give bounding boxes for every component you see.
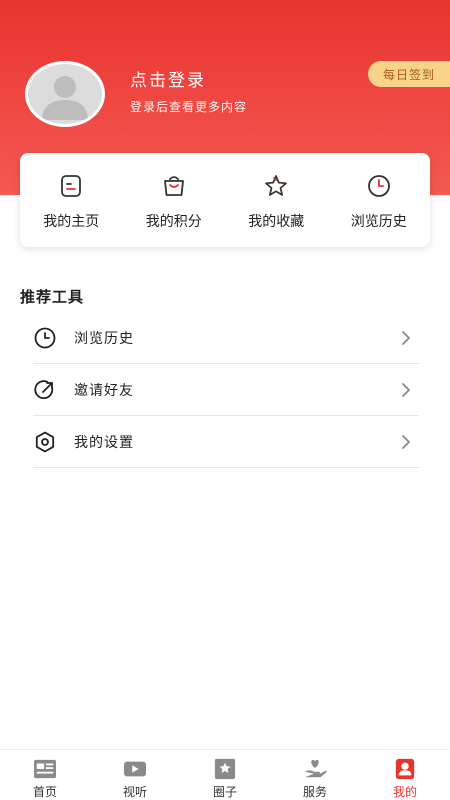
tool-item-history[interactable]: 浏览历史 [33, 312, 419, 364]
homepage-icon [61, 175, 82, 197]
circle-icon [214, 758, 236, 780]
quick-item-label: 我的积分 [145, 214, 202, 230]
tab-label: 视听 [122, 785, 147, 799]
clock-icon [367, 175, 390, 197]
quick-item-history[interactable]: 浏览历史 [328, 153, 431, 247]
tab-label: 服务 [302, 785, 327, 799]
tool-item-label: 邀请好友 [74, 382, 134, 399]
settings-icon [35, 431, 55, 452]
tab-label: 首页 [32, 785, 57, 799]
tab-mine[interactable]: 我的 [360, 750, 450, 800]
tab-home[interactable]: 首页 [0, 750, 90, 800]
quick-item-homepage[interactable]: 我的主页 [20, 153, 123, 247]
tab-label: 圈子 [212, 785, 237, 799]
chevron-right-icon [402, 382, 410, 397]
clock-icon [34, 327, 56, 348]
quick-actions-card: 我的主页 我的积分 我的收藏 浏览历史 [20, 153, 430, 247]
points-bag-icon [163, 176, 184, 196]
quick-item-label: 我的主页 [43, 214, 100, 230]
chevron-right-icon [402, 330, 410, 345]
share-icon [34, 379, 54, 399]
login-title[interactable]: 点击登录 [130, 66, 206, 91]
video-icon [124, 761, 146, 777]
chevron-right-icon [402, 434, 410, 449]
news-icon [34, 759, 56, 779]
tab-service[interactable]: 服务 [270, 750, 360, 800]
tool-item-label: 浏览历史 [74, 330, 134, 347]
quick-item-label: 浏览历史 [350, 214, 407, 230]
tab-video[interactable]: 视听 [90, 750, 180, 800]
tab-label: 我的 [392, 785, 417, 799]
star-icon [265, 175, 288, 196]
service-icon [304, 759, 327, 778]
tab-circle[interactable]: 圈子 [180, 750, 270, 800]
tool-item-settings[interactable]: 我的设置 [33, 416, 419, 468]
tool-item-label: 我的设置 [74, 434, 134, 451]
section-title-tools: 推荐工具 [20, 288, 85, 306]
daily-checkin-button[interactable]: 每日签到 [368, 61, 450, 87]
login-subtitle: 登录后查看更多内容 [130, 100, 248, 114]
bottom-tab-bar: 首页 视听 圈子 服务 我的 [0, 749, 450, 800]
tool-item-invite[interactable]: 邀请好友 [33, 364, 419, 416]
avatar[interactable] [25, 61, 105, 127]
quick-item-points[interactable]: 我的积分 [123, 153, 226, 247]
quick-item-label: 我的收藏 [248, 214, 305, 230]
quick-item-favorites[interactable]: 我的收藏 [225, 153, 328, 247]
tools-list: 浏览历史 邀请好友 我的设置 [33, 312, 419, 468]
profile-icon [395, 758, 415, 780]
